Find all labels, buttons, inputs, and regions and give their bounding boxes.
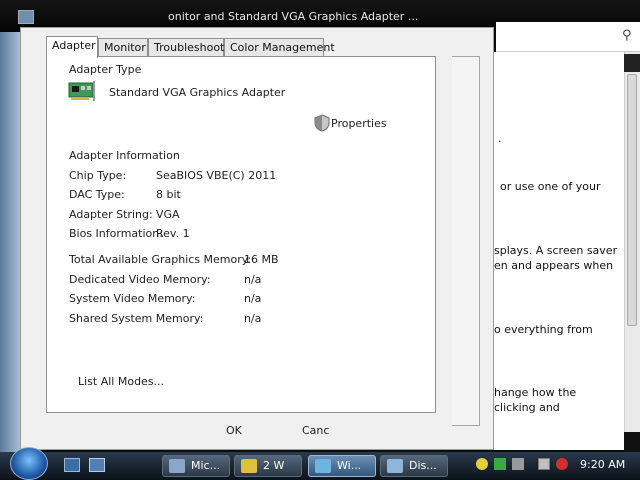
taskbar-button-label: Wi... <box>337 459 362 472</box>
search-icon[interactable]: ⚲ <box>622 28 632 43</box>
cancel-button[interactable]: Canc <box>302 424 329 437</box>
tab-color-management[interactable]: Color Management <box>224 38 335 57</box>
info-value: VGA <box>156 208 180 221</box>
background-text-line: o everything from <box>494 323 593 336</box>
display-icon <box>387 459 403 473</box>
memory-value: 16 MB <box>244 253 279 266</box>
taskbar-button-display[interactable]: Dis... <box>380 455 448 477</box>
memory-label: Total Available Graphics Memory: <box>69 253 252 266</box>
memory-label: Dedicated Video Memory: <box>69 273 211 286</box>
graphics-card-icon <box>68 81 95 101</box>
background-text-line: or use one of your <box>500 180 601 193</box>
background-text-line: en and appears when <box>494 259 614 272</box>
uac-shield-icon[interactable] <box>314 114 330 132</box>
tray-monitor-icon[interactable] <box>538 458 550 470</box>
info-label: Chip Type: <box>69 169 127 182</box>
background-text-line: clicking and <box>494 401 560 414</box>
memory-value: n/a <box>244 312 262 325</box>
background-window-title: onitor and Standard VGA Graphics Adapter… <box>168 10 419 23</box>
background-corner <box>624 432 640 452</box>
memory-label: System Video Memory: <box>69 292 196 305</box>
info-label: DAC Type: <box>69 188 125 201</box>
scrollbar-thumb[interactable] <box>627 74 637 326</box>
taskbar-button-microsoft[interactable]: Mic... <box>162 455 230 477</box>
background-content-pane: . or use one of your splays. A screen sa… <box>494 52 624 450</box>
tray-network-icon[interactable] <box>512 458 524 470</box>
info-label: Bios Information: <box>69 227 163 240</box>
memory-label: Shared System Memory: <box>69 312 204 325</box>
start-button[interactable] <box>10 447 48 480</box>
taskbar-button-folders[interactable]: 2 W <box>234 455 302 477</box>
taskbar-clock[interactable]: 9:20 AM <box>580 458 625 471</box>
inner-window-edge <box>452 56 480 426</box>
folder-icon <box>241 459 257 473</box>
scroll-up-button[interactable] <box>624 54 640 72</box>
memory-value: n/a <box>244 292 262 305</box>
background-text-line: hange how the <box>494 386 577 399</box>
desktop-left-strip <box>0 32 20 452</box>
background-text-line: . <box>498 132 502 145</box>
taskbar-button-label: 2 W <box>263 459 285 472</box>
properties-button[interactable]: Properties <box>331 117 387 130</box>
tab-monitor[interactable]: Monitor <box>98 38 148 57</box>
window-icon <box>315 459 331 473</box>
adapter-information-heading: Adapter Information <box>69 149 180 162</box>
info-value: SeaBIOS VBE(C) 2011 <box>156 169 277 182</box>
ok-button[interactable]: OK <box>226 424 242 437</box>
list-all-modes-button[interactable]: List All Modes... <box>78 375 164 388</box>
microsoft-icon <box>169 459 185 473</box>
search-input[interactable] <box>496 22 640 52</box>
tray-shield-icon[interactable] <box>476 458 488 470</box>
tab-troubleshoot[interactable]: Troubleshoot <box>148 38 224 57</box>
adapter-type-heading: Adapter Type <box>69 63 142 76</box>
memory-value: n/a <box>244 273 262 286</box>
tray-app-icon[interactable] <box>494 458 506 470</box>
tab-adapter[interactable]: Adapter <box>46 36 98 58</box>
adapter-name: Standard VGA Graphics Adapter <box>109 86 286 99</box>
control-panel-app-icon <box>18 10 34 24</box>
taskbar-button-label: Mic... <box>191 459 221 472</box>
switch-windows-icon[interactable] <box>89 458 105 472</box>
info-value: 8 bit <box>156 188 181 201</box>
show-desktop-icon[interactable] <box>64 458 80 472</box>
info-value: Rev. 1 <box>156 227 190 240</box>
info-label: Adapter String: <box>69 208 153 221</box>
taskbar-button-label: Dis... <box>409 459 437 472</box>
volume-muted-icon[interactable] <box>556 458 568 470</box>
taskbar-button-window[interactable]: Wi... <box>308 455 376 477</box>
background-text-line: splays. A screen saver <box>494 244 618 257</box>
